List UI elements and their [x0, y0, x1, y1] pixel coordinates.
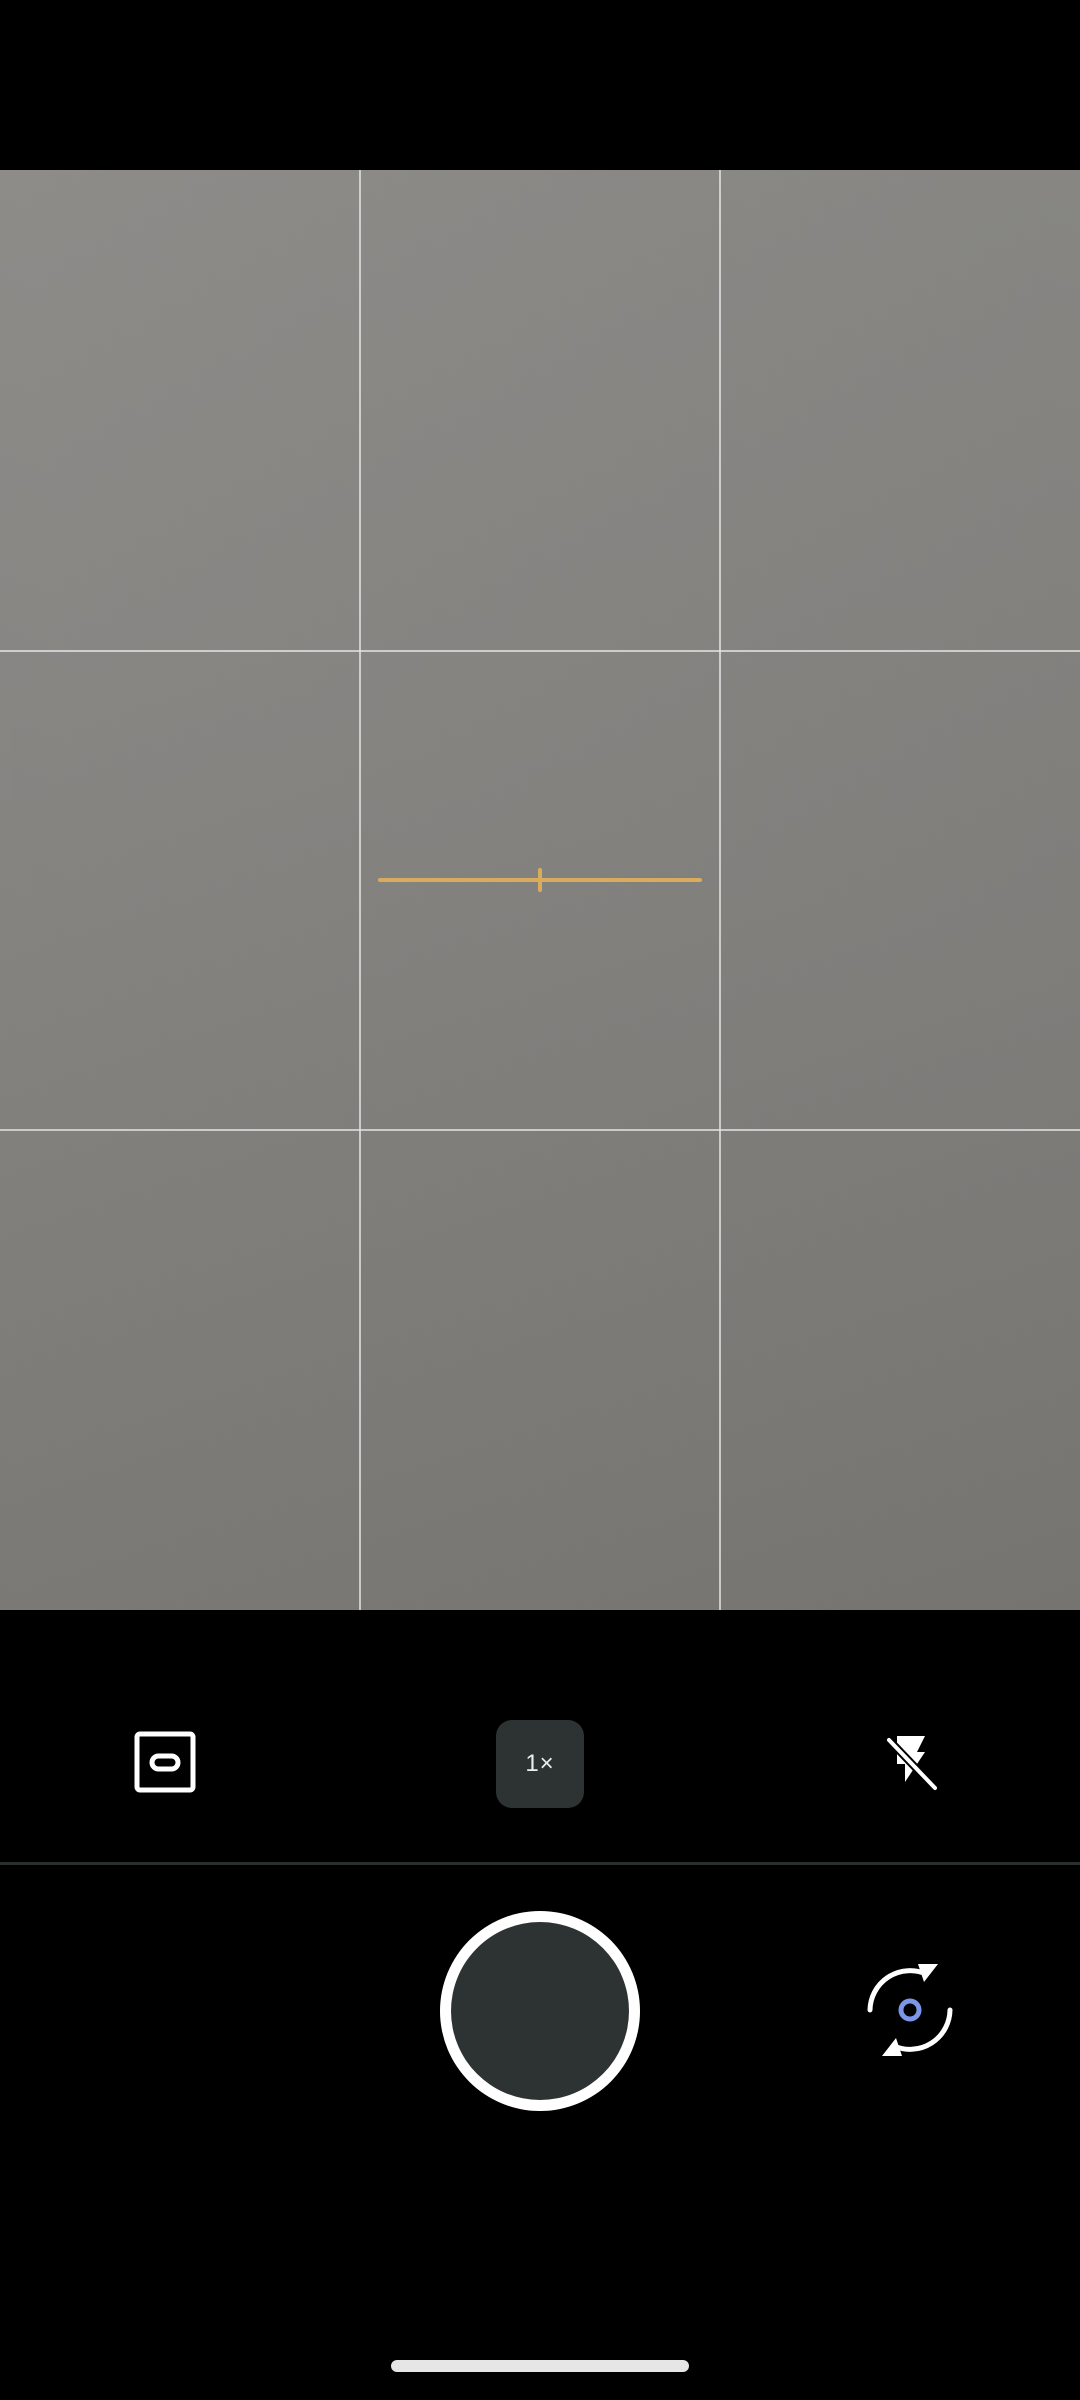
grid-line-vertical-1	[359, 170, 361, 1610]
switch-camera-icon	[867, 1964, 953, 2056]
level-indicator	[378, 868, 702, 892]
zoom-level-button[interactable]: 1×	[496, 1720, 584, 1808]
switch-camera-dot	[898, 1998, 922, 2022]
top-status-area	[0, 0, 1080, 170]
grid-line-horizontal-2	[0, 1129, 1080, 1131]
switch-camera-button[interactable]	[862, 1962, 958, 2058]
shutter-icon	[451, 1922, 629, 2100]
shutter-button[interactable]	[440, 1911, 640, 2111]
aspect-ratio-icon	[134, 1731, 196, 1793]
aspect-ratio-button[interactable]	[121, 1718, 209, 1806]
zoom-level-label: 1×	[525, 1750, 555, 1777]
grid-line-vertical-2	[719, 170, 721, 1610]
flash-off-icon	[885, 1736, 939, 1792]
flash-toggle-button[interactable]	[867, 1718, 955, 1806]
controls-divider	[0, 1862, 1080, 1865]
level-center-tick	[538, 868, 542, 892]
grid-line-horizontal-1	[0, 650, 1080, 652]
home-indicator[interactable]	[391, 2360, 689, 2372]
